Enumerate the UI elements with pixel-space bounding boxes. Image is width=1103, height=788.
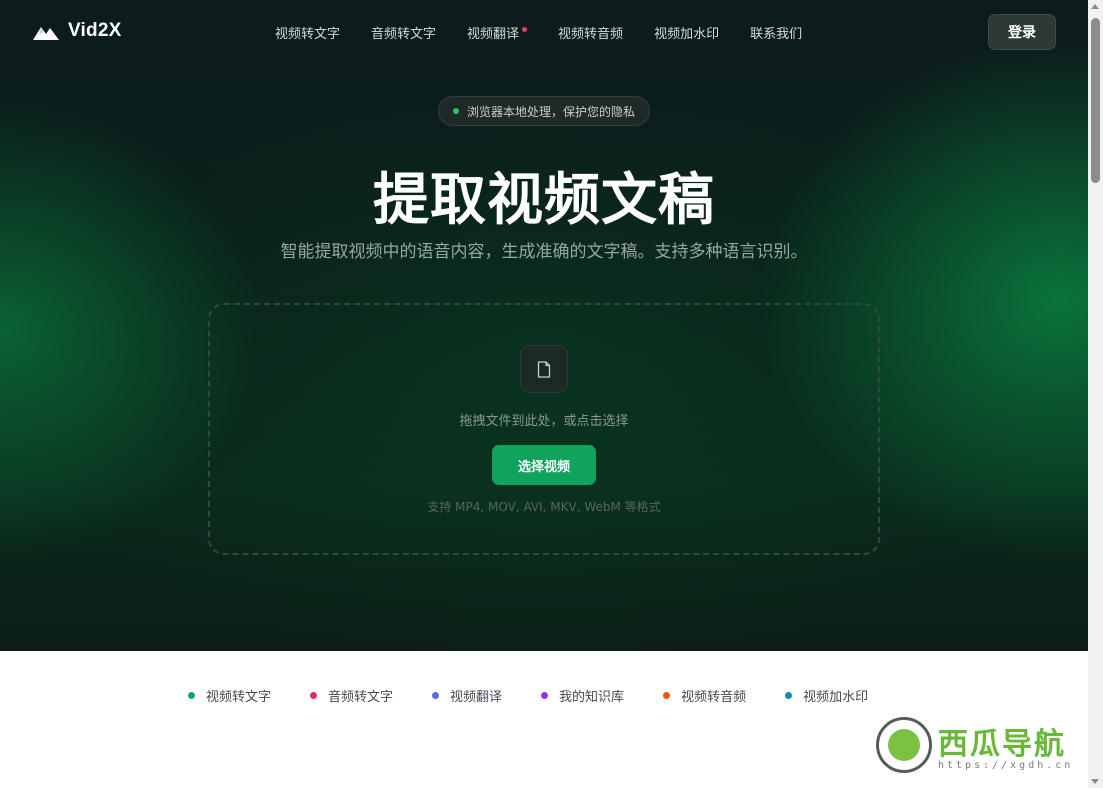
nav-label: 联系我们 bbox=[750, 27, 803, 42]
brand-logo[interactable]: Vid2X bbox=[33, 20, 121, 42]
feature-dot bbox=[785, 692, 793, 699]
feature-video-watermark[interactable]: 视频加水印 bbox=[785, 686, 868, 705]
drop-hint: 拖拽文件到此处，或点击选择 bbox=[459, 414, 629, 429]
feature-dot bbox=[432, 692, 440, 699]
file-icon-box bbox=[520, 345, 568, 393]
page-subtitle: 智能提取视频中的语音内容，生成准确的文字稿。支持多种语言识别。 bbox=[280, 242, 808, 262]
page-scrollbar[interactable] bbox=[1088, 0, 1103, 788]
nav-video-translate[interactable]: 视频翻译 bbox=[467, 23, 528, 42]
watermark-name: 西瓜导航 bbox=[938, 727, 1066, 762]
watermelon-logo-icon bbox=[876, 717, 932, 773]
top-nav: 视频转文字 音频转文字 视频翻译 视频转音频 视频加水印 联系我们 bbox=[275, 23, 833, 42]
login-button[interactable]: 登录 bbox=[988, 14, 1056, 50]
scroll-down-arrow-icon[interactable] bbox=[1091, 779, 1099, 784]
supported-formats: 支持 MP4, MOV, AVI, MKV, WebM 等格式 bbox=[427, 500, 661, 514]
feature-video-to-text[interactable]: 视频转文字 bbox=[188, 686, 271, 705]
feature-label: 音频转文字 bbox=[328, 690, 394, 705]
nav-video-watermark[interactable]: 视频加水印 bbox=[654, 23, 719, 42]
mountain-logo-icon bbox=[33, 27, 59, 40]
watermark-url: https://xgdh.cn bbox=[938, 760, 1074, 771]
scroll-thumb[interactable] bbox=[1091, 18, 1100, 183]
feature-video-to-audio[interactable]: 视频转音频 bbox=[663, 686, 746, 705]
nav-video-to-text[interactable]: 视频转文字 bbox=[275, 23, 340, 42]
feature-label: 视频翻译 bbox=[450, 690, 503, 705]
feature-video-translate[interactable]: 视频翻译 bbox=[432, 686, 502, 705]
privacy-badge: 浏览器本地处理，保护您的隐私 bbox=[438, 96, 650, 126]
nav-label: 视频翻译 bbox=[467, 27, 520, 42]
scroll-up-arrow-icon[interactable] bbox=[1091, 4, 1099, 9]
feature-audio-to-text[interactable]: 音频转文字 bbox=[310, 686, 393, 705]
nav-contact[interactable]: 联系我们 bbox=[750, 23, 802, 42]
nav-audio-to-text[interactable]: 音频转文字 bbox=[371, 23, 436, 42]
nav-label: 音频转文字 bbox=[371, 27, 437, 42]
privacy-badge-text: 浏览器本地处理，保护您的隐私 bbox=[466, 104, 635, 119]
feature-dot bbox=[541, 692, 549, 699]
hero-section: Vid2X 视频转文字 音频转文字 视频翻译 视频转音频 视频加水印 联系我们 … bbox=[0, 0, 1088, 651]
status-dot bbox=[452, 108, 459, 114]
feature-label: 视频转文字 bbox=[206, 690, 272, 705]
feature-dot bbox=[188, 692, 195, 699]
select-video-button[interactable]: 选择视频 bbox=[492, 445, 596, 485]
feature-dot bbox=[663, 692, 671, 699]
page-title: 提取视频文稿 bbox=[373, 168, 715, 233]
feature-dot bbox=[310, 692, 318, 699]
feature-label: 视频转音频 bbox=[681, 690, 747, 705]
feature-knowledge-base[interactable]: 我的知识库 bbox=[541, 686, 624, 705]
watermelon-logo-fill bbox=[888, 729, 920, 761]
feature-label: 视频加水印 bbox=[803, 690, 869, 705]
feature-label: 我的知识库 bbox=[559, 690, 625, 705]
nav-label: 视频转音频 bbox=[558, 27, 624, 42]
new-indicator-dot bbox=[522, 27, 528, 32]
site-watermark: 西瓜导航 https://xgdh.cn bbox=[876, 717, 1088, 777]
feature-links: 视频转文字 音频转文字 视频翻译 我的知识库 视频转音频 视频加水印 bbox=[188, 686, 868, 705]
nav-label: 视频加水印 bbox=[654, 27, 720, 42]
file-icon bbox=[537, 360, 551, 378]
nav-label: 视频转文字 bbox=[275, 27, 341, 42]
nav-video-to-audio[interactable]: 视频转音频 bbox=[558, 23, 623, 42]
file-dropzone[interactable] bbox=[208, 303, 880, 555]
brand-name: Vid2X bbox=[68, 20, 122, 41]
